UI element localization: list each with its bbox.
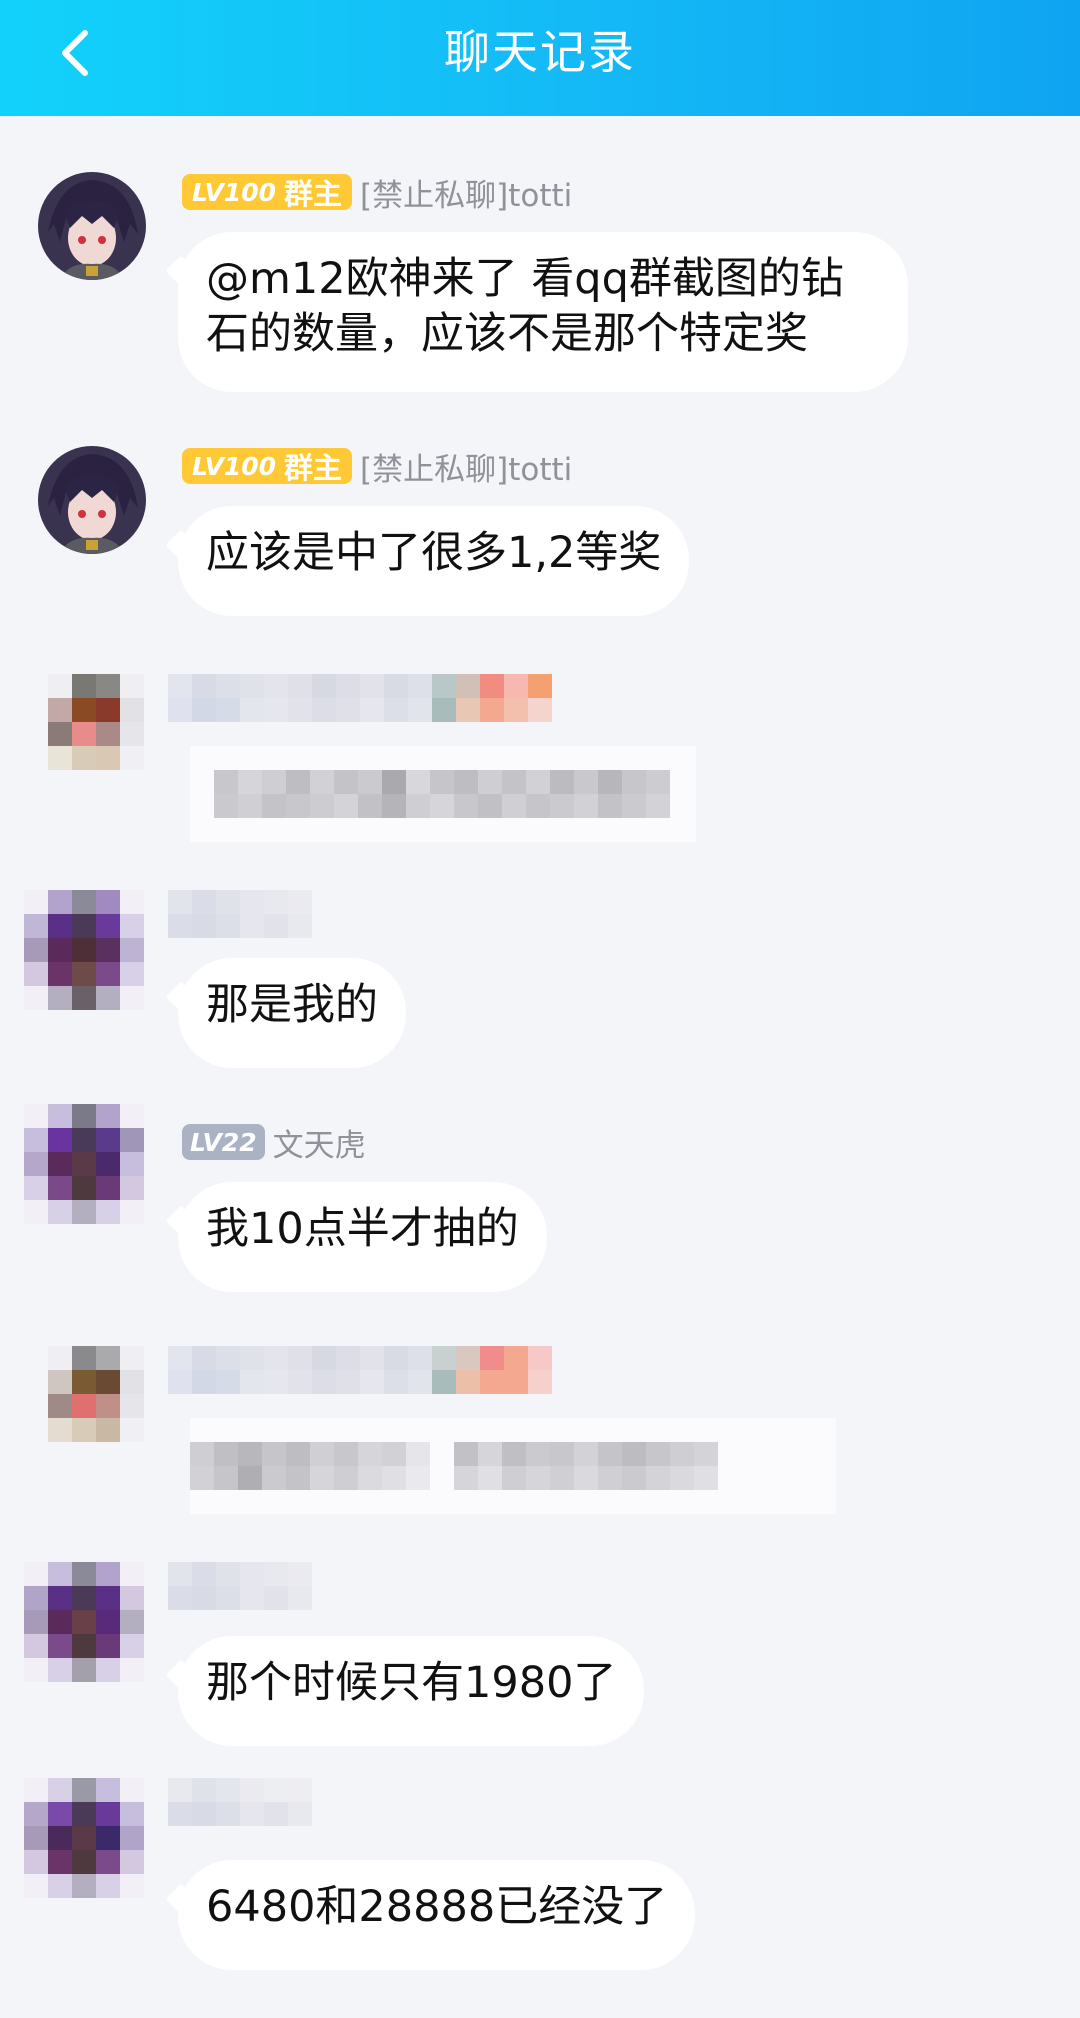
message-bubble[interactable]: 6480和28888已经没了: [178, 1860, 696, 1970]
sender-row: LV100 群主 [禁止私聊]totti: [182, 446, 573, 488]
sender-redacted: [168, 1562, 312, 1610]
message-bubble[interactable]: 那是我的: [178, 958, 406, 1068]
avatar-redacted: [24, 1562, 144, 1682]
avatar-redacted: [48, 1346, 144, 1442]
message-bubble[interactable]: @m12欧神来了 看qq群截图的钻石的数量，应该不是那个特定奖: [178, 232, 908, 392]
level-badge: LV100 群主: [182, 448, 353, 485]
sender-redacted: [168, 674, 552, 722]
sender-name: [禁止私聊]totti: [360, 451, 573, 488]
message-text: 应该是中了很多1,2等奖: [206, 528, 662, 578]
message-text: 6480和28888已经没了: [206, 1882, 668, 1932]
message-bubble[interactable]: 应该是中了很多1,2等奖: [178, 506, 690, 616]
avatar-redacted: [24, 890, 144, 1010]
avatar-redacted: [24, 1104, 144, 1224]
sender-row: LV22 文天虎: [182, 1122, 366, 1164]
message-bubble[interactable]: 那个时候只有1980了: [178, 1636, 645, 1746]
message-text: 那个时候只有1980了: [206, 1658, 617, 1708]
message-text: 我10点半才抽的: [206, 1204, 519, 1254]
avatar-redacted: [48, 674, 144, 770]
message-text: 那是我的: [206, 980, 378, 1030]
message-redacted: [190, 746, 696, 842]
message-bubble[interactable]: 我10点半才抽的: [178, 1182, 547, 1292]
level-badge: LV100 群主: [182, 174, 353, 211]
sender-redacted: [168, 1346, 552, 1394]
sender-redacted: [168, 1778, 312, 1826]
page-title: 聊天记录: [444, 25, 636, 79]
avatar[interactable]: [38, 446, 146, 554]
avatar-redacted: [24, 1778, 144, 1898]
avatar[interactable]: [38, 172, 146, 280]
sender-name: [禁止私聊]totti: [360, 177, 573, 214]
message-text: @m12欧神来了 看qq群截图的钻石的数量，应该不是那个特定奖: [206, 254, 844, 359]
sender-name: 文天虎: [272, 1127, 366, 1164]
top-bar: 聊天记录: [0, 0, 1080, 116]
level-badge: LV22: [182, 1124, 265, 1160]
sender-redacted: [168, 890, 312, 938]
sender-row: LV100 群主 [禁止私聊]totti: [182, 172, 573, 214]
message-redacted: [190, 1418, 836, 1514]
